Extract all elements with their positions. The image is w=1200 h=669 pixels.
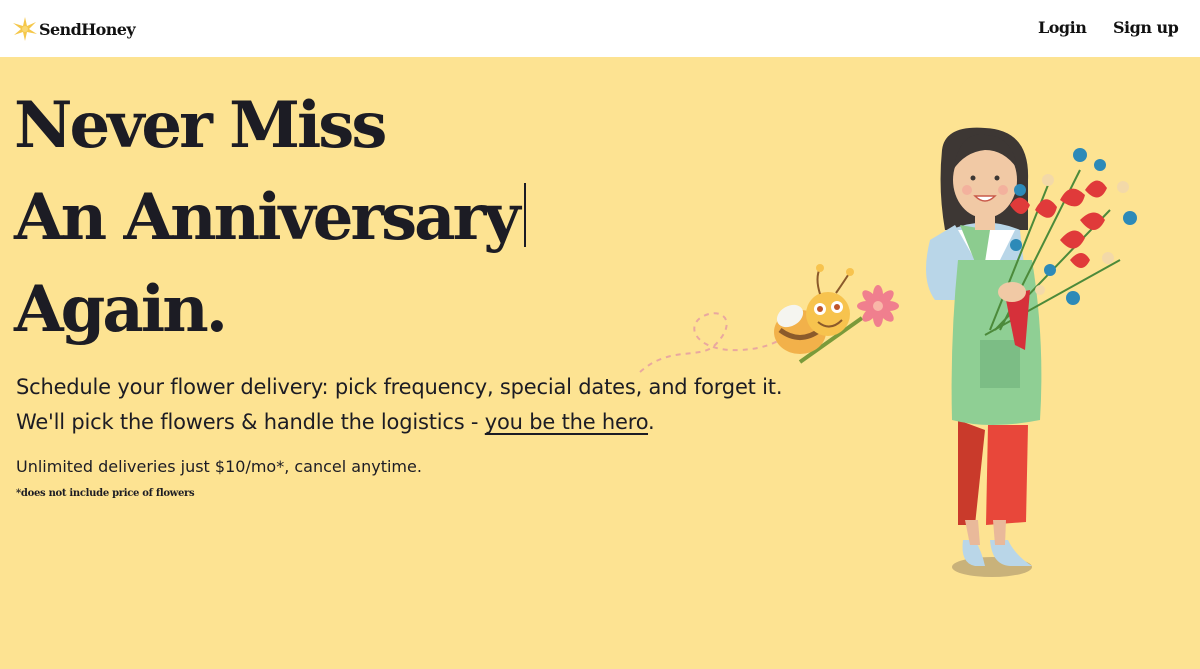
hero-headline: Never Miss An Anniversary Again.	[14, 80, 526, 356]
headline-line-2-text: An Anniversary	[14, 180, 521, 255]
description-line-2: We'll pick the flowers & handle the logi…	[16, 405, 782, 440]
description-line-1: Schedule your flower delivery: pick freq…	[16, 375, 783, 399]
typing-caret	[523, 183, 526, 247]
honey-sparkle-icon	[13, 17, 37, 41]
brand-name: SendHoney	[39, 19, 136, 39]
woman-holding-bouquet-illustration	[926, 127, 1137, 577]
headline-line-2: An Anniversary	[14, 172, 526, 264]
headline-line-3: Again.	[14, 272, 228, 347]
hero-description: Schedule your flower delivery: pick freq…	[16, 370, 783, 440]
brand-logo-link[interactable]: SendHoney	[12, 14, 136, 44]
headline-line-1: Never Miss	[14, 88, 387, 163]
login-link[interactable]: Login	[1038, 18, 1087, 37]
signup-link[interactable]: Sign up	[1113, 18, 1179, 37]
description-line-2-suffix: .	[648, 410, 655, 434]
top-nav-bar: SendHoney Login Sign up	[0, 0, 1200, 57]
description-line-2-prefix: We'll pick the flowers & handle the logi…	[16, 410, 485, 434]
pricing-text: Unlimited deliveries just $10/mo*, cance…	[16, 457, 422, 476]
bee-with-flower-icon	[639, 264, 899, 373]
you-be-the-hero-link[interactable]: you be the hero	[485, 410, 648, 434]
pricing-footnote: *does not include price of flowers	[16, 488, 195, 499]
